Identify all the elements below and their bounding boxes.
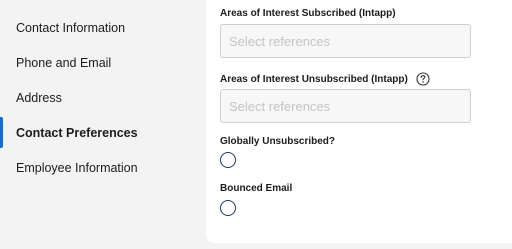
sidebar-item-address[interactable]: Address [0, 80, 206, 115]
sidebar-item-label: Phone and Email [16, 55, 112, 70]
sidebar-item-label: Contact Preferences [16, 125, 138, 140]
bounced-email-label: Bounced Email [220, 183, 292, 194]
unsubscribed-label: Areas of Interest Unsubscribed (Intapp) [220, 71, 430, 87]
sidebar-item-label: Address [16, 90, 62, 105]
unsubscribed-label-text: Areas of Interest Unsubscribed (Intapp) [220, 73, 408, 85]
sidebar-item-phone-and-email[interactable]: Phone and Email [0, 45, 206, 80]
globally-unsubscribed-label-text: Globally Unsubscribed? [220, 136, 336, 147]
contact-preferences-panel: Areas of Interest Subscribed (Intapp) Ar… [206, 0, 512, 243]
globally-unsubscribed-radio[interactable] [220, 152, 236, 168]
sidebar-item-contact-information[interactable]: Contact Information [0, 10, 206, 45]
unsubscribed-references-select[interactable] [220, 89, 471, 123]
question-circle-icon[interactable] [416, 72, 430, 86]
sidebar-item-label: Contact Information [16, 20, 126, 35]
sidebar-item-contact-preferences[interactable]: Contact Preferences [0, 115, 206, 150]
sidebar-item-label: Employee Information [16, 160, 138, 175]
subscribed-label: Areas of Interest Subscribed (Intapp) [220, 8, 396, 19]
subscribed-references-select[interactable] [220, 24, 471, 58]
globally-unsubscribed-label: Globally Unsubscribed? [220, 136, 335, 147]
active-indicator [0, 117, 3, 148]
sidebar-nav: Contact Information Phone and Email Addr… [0, 0, 206, 249]
subscribed-label-text: Areas of Interest Subscribed (Intapp) [220, 8, 396, 19]
bounced-email-radio[interactable] [220, 200, 236, 216]
sidebar-item-employee-information[interactable]: Employee Information [0, 150, 206, 185]
bounced-email-label-text: Bounced Email [220, 183, 293, 194]
